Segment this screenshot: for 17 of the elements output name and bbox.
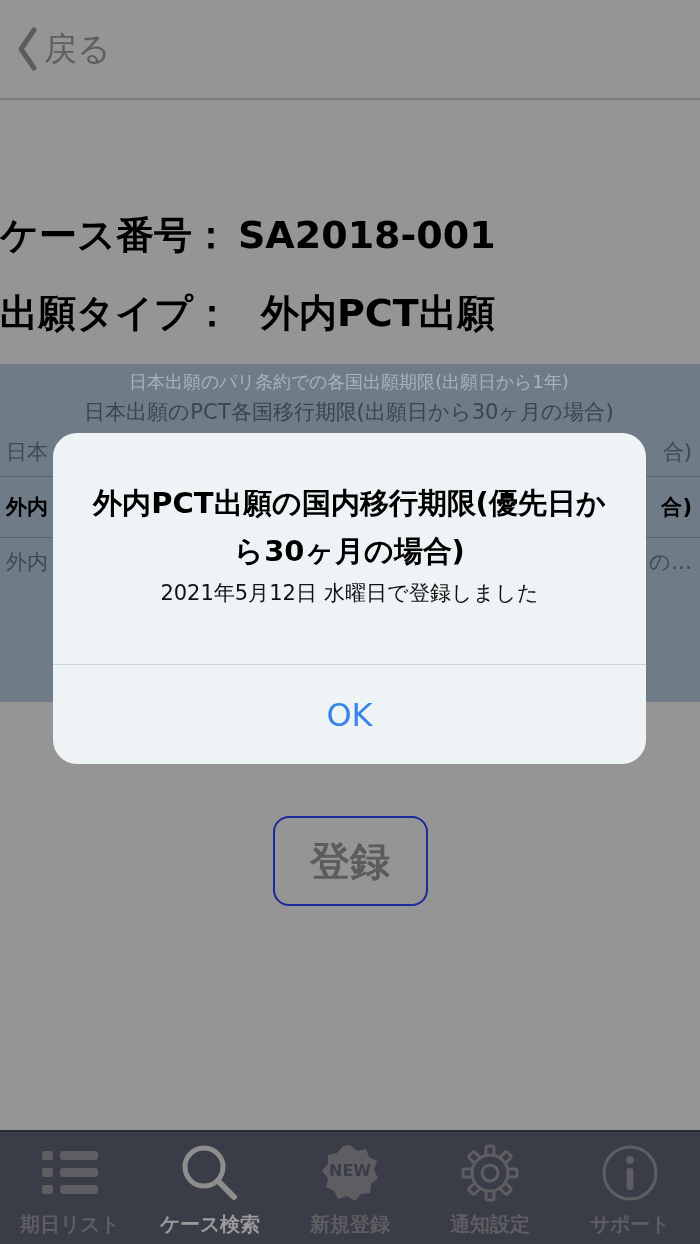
picker-option[interactable]: 日本出願のパリ条約での各国出願期限(出願日から1年) xyxy=(129,370,569,394)
tab[interactable]: ケース検索 xyxy=(140,1132,280,1244)
application-type: 外内PCT出願 xyxy=(261,290,495,337)
picker-option[interactable]: 日本出願のPCT各国移行期限(出願日から30ヶ月の場合) xyxy=(84,398,614,426)
picker-option[interactable]: 合) xyxy=(661,493,692,521)
search-icon xyxy=(181,1144,239,1202)
picker-option[interactable]: 外内 xyxy=(6,493,48,521)
chevron-left-icon xyxy=(16,26,38,72)
case-number: SA2018-001 xyxy=(238,213,496,257)
alert-message: 2021年5月12日 水曜日で登録しました xyxy=(160,580,539,607)
register-button[interactable]: 登録 xyxy=(272,816,428,906)
ok-button[interactable]: OK xyxy=(53,664,646,764)
alert-title: 外内PCT出願の国内移行期限(優先日から30ヶ月の場合) xyxy=(91,485,607,570)
info-icon xyxy=(601,1144,659,1202)
starburst-icon xyxy=(320,1143,380,1203)
application-type-label: 出願タイプ： xyxy=(0,290,231,337)
gear-icon xyxy=(461,1144,519,1202)
